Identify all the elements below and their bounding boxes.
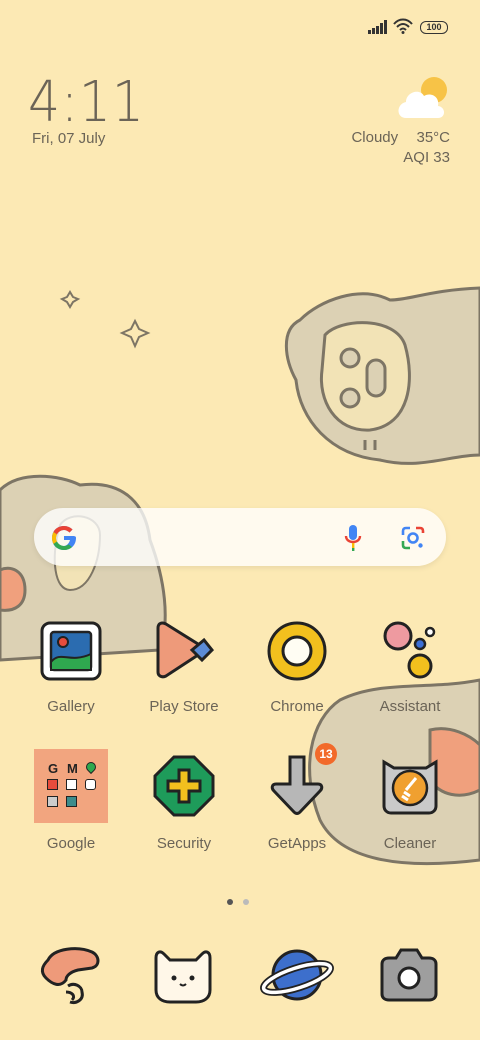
dock	[0, 940, 480, 1012]
page-dot-active	[227, 899, 233, 905]
cleaner-icon	[382, 759, 438, 815]
app-label: Cleaner	[383, 835, 437, 852]
sparkle-icon	[119, 318, 151, 349]
battery-icon: 100	[420, 21, 448, 34]
play-store-icon	[156, 621, 215, 679]
google-folder-icon: G M	[34, 749, 108, 823]
assistant-icon	[383, 621, 436, 679]
chrome-icon	[267, 621, 327, 681]
app-label: GetApps	[267, 835, 327, 852]
google-search-bar[interactable]	[34, 508, 446, 566]
folder-letter: G	[48, 761, 59, 776]
phone-icon[interactable]	[38, 944, 104, 1006]
lens-icon[interactable]	[400, 525, 426, 551]
app-label: Gallery	[47, 698, 95, 715]
app-label: Play Store	[149, 698, 219, 715]
weather-aqi[interactable]: AQI 33	[403, 149, 450, 166]
weather-text[interactable]: Cloudy 35°C	[351, 129, 450, 146]
sparkle-icon	[59, 290, 81, 309]
app-label: Chrome	[270, 698, 324, 715]
app-label: Google	[46, 835, 96, 852]
mic-icon[interactable]	[344, 524, 362, 552]
weather-condition: Cloudy	[351, 129, 399, 146]
browser-icon[interactable]	[260, 944, 334, 1006]
status-bar: 100	[0, 0, 480, 50]
clock-date[interactable]: Fri, 07 July	[32, 130, 105, 147]
page-dot	[243, 899, 249, 905]
weather-temperature: 35°C	[416, 129, 450, 146]
partly-cloudy-icon[interactable]	[396, 74, 452, 120]
clock-time[interactable]: 4:11	[28, 70, 145, 135]
app-label: Security	[156, 835, 212, 852]
gallery-icon	[40, 621, 102, 681]
google-logo	[52, 526, 76, 550]
camera-icon[interactable]	[376, 946, 442, 1004]
wifi-icon	[393, 18, 413, 34]
signal-icon	[368, 20, 387, 34]
messages-icon[interactable]	[150, 944, 216, 1006]
security-icon	[153, 755, 215, 817]
notification-badge: 13	[315, 743, 337, 765]
folder-letter: M	[67, 761, 78, 776]
page-indicator	[222, 892, 262, 910]
app-label: Assistant	[379, 698, 441, 715]
getapps-icon	[270, 755, 324, 815]
